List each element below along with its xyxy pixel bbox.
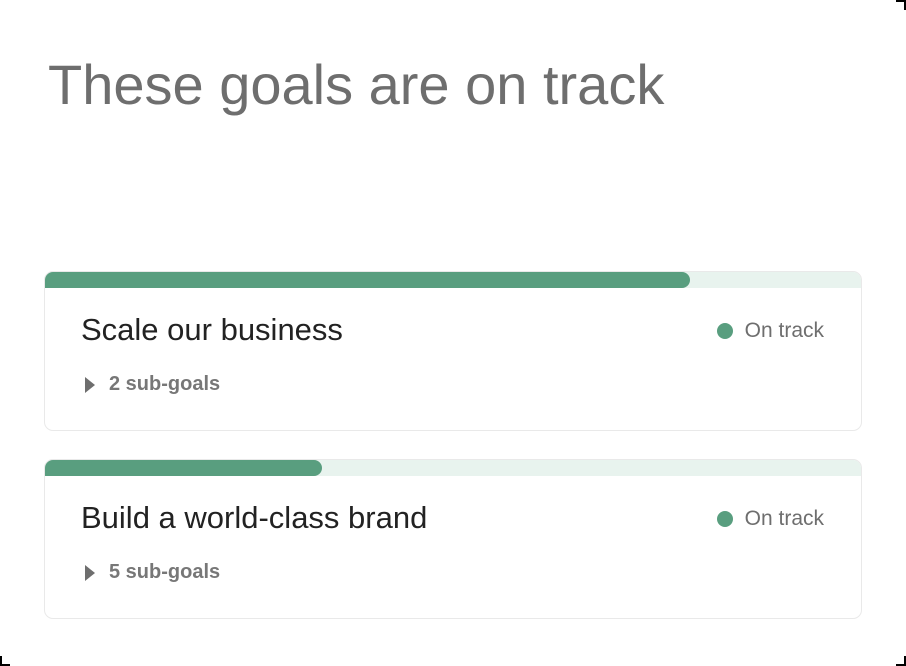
status-badge: On track	[716, 506, 824, 532]
progress-fill	[45, 272, 690, 288]
progress-bar	[45, 460, 861, 476]
subgoals-toggle[interactable]: 5 sub-goals	[85, 559, 220, 585]
status-badge: On track	[716, 318, 824, 344]
caret-right-icon[interactable]	[85, 377, 95, 393]
status-dot-icon	[716, 323, 733, 339]
status-label: On track	[744, 319, 824, 342]
goal-card[interactable]: Scale our business On track 2 sub-goals	[44, 271, 862, 431]
progress-bar	[45, 272, 861, 288]
subgoals-label[interactable]: 5 sub-goals	[109, 559, 220, 585]
goal-list: Scale our business On track 2 sub-goals …	[44, 271, 862, 647]
corner-mark	[896, 656, 906, 666]
progress-fill	[45, 460, 323, 476]
status-label: On track	[744, 507, 824, 530]
status-dot-icon	[716, 511, 733, 527]
goal-title[interactable]: Scale our business	[81, 310, 343, 350]
corner-mark	[896, 0, 906, 10]
subgoals-label[interactable]: 2 sub-goals	[109, 371, 220, 397]
corner-mark	[0, 656, 10, 666]
subgoals-toggle[interactable]: 2 sub-goals	[85, 371, 220, 397]
page-title: These goals are on track	[48, 53, 665, 116]
goal-card[interactable]: Build a world-class brand On track 5 sub…	[44, 459, 862, 619]
caret-right-icon[interactable]	[85, 565, 95, 581]
goal-title[interactable]: Build a world-class brand	[81, 498, 427, 538]
